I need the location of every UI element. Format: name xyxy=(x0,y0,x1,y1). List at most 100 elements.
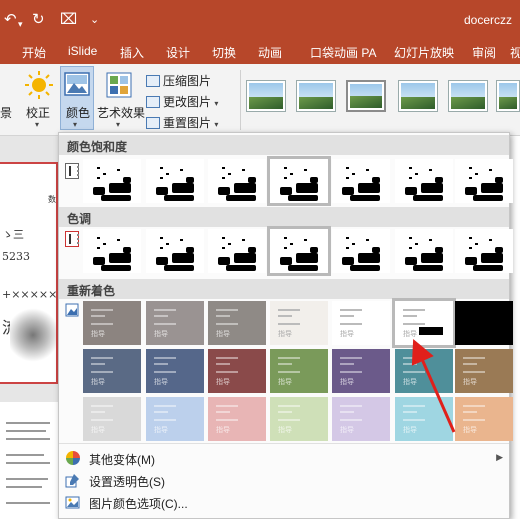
saturation-option[interactable] xyxy=(83,159,141,203)
tone-option[interactable] xyxy=(146,229,204,273)
recolor-caption: 指导 xyxy=(91,379,105,386)
picture-color-options-menu-item[interactable]: 图片颜色选项(C)... xyxy=(59,491,509,513)
recolor-option[interactable]: 指导 xyxy=(208,397,266,441)
tone-option[interactable] xyxy=(455,229,513,273)
ribbon-tabs: 开始 iSlide 插入 设计 切换 动画 口袋动画 PA 幻灯片放映 审阅 视 xyxy=(0,40,520,64)
set-transparent-color-label: 设置透明色(S) xyxy=(89,475,165,489)
recolor-caption: 指导 xyxy=(340,379,354,386)
recolor-option[interactable]: 指导 xyxy=(83,349,141,393)
tone-option[interactable] xyxy=(395,229,453,273)
tab-design[interactable]: 设计 xyxy=(166,44,190,61)
recolor-caption: 指导 xyxy=(463,427,477,434)
recolor-option[interactable]: 指导 xyxy=(332,397,390,441)
recolor-option[interactable]: 指导 xyxy=(455,397,513,441)
recolor-option[interactable]: 指导 xyxy=(395,349,453,393)
undo-dropdown-icon[interactable]: ▾ xyxy=(18,16,23,32)
slide-thumbnail[interactable] xyxy=(0,402,58,519)
recolor-option[interactable] xyxy=(455,301,513,345)
artistic-effects-icon[interactable] xyxy=(106,72,132,98)
tone-option[interactable] xyxy=(83,229,141,273)
recolor-caption: 指导 xyxy=(278,379,292,386)
saturation-option[interactable] xyxy=(455,159,513,203)
picture-style-thumb[interactable] xyxy=(448,80,488,112)
recolor-option[interactable]: 指导 xyxy=(146,349,204,393)
recolor-caption: 指导 xyxy=(154,427,168,434)
picture-style-thumb[interactable] xyxy=(496,80,520,112)
menu-divider xyxy=(59,443,509,444)
set-transparent-color-menu-item[interactable]: 设置透明色(S) xyxy=(59,469,509,491)
saturation-option[interactable] xyxy=(395,159,453,203)
recolor-option[interactable]: 指导 xyxy=(270,301,328,345)
recolor-caption: 指导 xyxy=(278,427,292,434)
color-tone-icon xyxy=(65,231,79,247)
change-picture-button[interactable]: 更改图片 ▾ xyxy=(146,93,218,110)
saturation-option[interactable] xyxy=(146,159,204,203)
recolor-caption: 指导 xyxy=(91,427,105,434)
recolor-caption: 指导 xyxy=(278,331,292,338)
recolor-option[interactable]: 指导 xyxy=(208,349,266,393)
tab-islide[interactable]: iSlide xyxy=(68,44,97,58)
recolor-option[interactable]: 指导 xyxy=(392,298,456,348)
tone-option[interactable] xyxy=(332,229,390,273)
undo-icon[interactable]: ↶ xyxy=(4,12,17,28)
section-header-recolor: 重新着色 xyxy=(59,279,509,299)
picture-color-options-label: 图片颜色选项(C)... xyxy=(89,497,188,511)
remove-background-label[interactable]: 景 xyxy=(0,104,12,121)
recolor-caption: 指导 xyxy=(216,427,230,434)
recolor-option[interactable]: 指导 xyxy=(332,301,390,345)
recolor-caption: 指导 xyxy=(154,331,168,338)
tab-slideshow[interactable]: 幻灯片放映 xyxy=(394,44,454,61)
tab-pocket-animation[interactable]: 口袋动画 PA xyxy=(310,44,376,61)
saturation-option[interactable] xyxy=(208,159,266,203)
reset-picture-button[interactable]: 重置图片 ▾ xyxy=(146,114,218,131)
customize-toolbar-icon[interactable]: ⌄ xyxy=(90,12,99,28)
recolor-caption: 指导 xyxy=(216,331,230,338)
tone-option[interactable] xyxy=(208,229,266,273)
reset-picture-icon xyxy=(146,117,160,129)
tone-option[interactable] xyxy=(267,226,331,276)
picture-style-thumb[interactable] xyxy=(296,80,336,112)
picture-style-thumb[interactable] xyxy=(346,80,386,112)
sun-icon[interactable] xyxy=(24,70,54,100)
picture-style-thumb[interactable] xyxy=(246,80,286,112)
slide-thumbnail[interactable]: 数 ゝ三 5233 +×××××× 流 xyxy=(0,162,58,384)
tab-view[interactable]: 视 xyxy=(510,44,520,61)
tab-transitions[interactable]: 切换 xyxy=(212,44,236,61)
presentation-icon[interactable]: ⌧ xyxy=(60,12,77,28)
corrections-caret-icon[interactable]: ▾ xyxy=(35,120,39,129)
recolor-icon xyxy=(65,303,79,317)
saturation-option[interactable] xyxy=(267,156,331,206)
slide-image xyxy=(10,308,56,362)
picture-style-thumb[interactable] xyxy=(398,80,438,112)
recolor-option[interactable]: 指导 xyxy=(208,301,266,345)
recolor-option[interactable]: 指导 xyxy=(146,301,204,345)
color-caret-icon[interactable]: ▾ xyxy=(73,120,77,129)
picture-color-icon[interactable] xyxy=(64,72,90,96)
ribbon-divider xyxy=(240,70,241,130)
recolor-option[interactable]: 指导 xyxy=(395,397,453,441)
document-title: docerczz xyxy=(463,13,512,27)
more-variations-menu-item[interactable]: 其他变体(M) ▶ xyxy=(59,447,509,469)
tab-insert[interactable]: 插入 xyxy=(120,44,144,61)
recolor-option[interactable]: 指导 xyxy=(270,397,328,441)
recolor-option[interactable]: 指导 xyxy=(83,301,141,345)
color-button-label[interactable]: 颜色 xyxy=(66,104,90,121)
recolor-option[interactable]: 指导 xyxy=(270,349,328,393)
recolor-caption: 指导 xyxy=(340,427,354,434)
recolor-option[interactable]: 指导 xyxy=(83,397,141,441)
artistic-effects-caret-icon[interactable]: ▾ xyxy=(116,120,120,129)
corrections-button[interactable]: 校正 xyxy=(26,104,50,121)
recolor-option[interactable]: 指导 xyxy=(332,349,390,393)
recolor-option[interactable]: 指导 xyxy=(455,349,513,393)
compress-pictures-button[interactable]: 压缩图片 xyxy=(146,72,211,89)
tab-home[interactable]: 开始 xyxy=(22,44,46,61)
artistic-effects-button[interactable]: 艺术效果 xyxy=(97,104,145,121)
picture-color-options-icon xyxy=(65,496,80,509)
saturation-option[interactable] xyxy=(332,159,390,203)
recolor-option[interactable]: 指导 xyxy=(146,397,204,441)
tab-review[interactable]: 审阅 xyxy=(472,44,496,61)
more-variations-label: 其他变体(M) xyxy=(89,453,155,467)
tab-animations[interactable]: 动画 xyxy=(258,44,282,61)
redo-icon[interactable]: ↻ xyxy=(32,12,45,28)
recolor-caption: 指导 xyxy=(91,331,105,338)
